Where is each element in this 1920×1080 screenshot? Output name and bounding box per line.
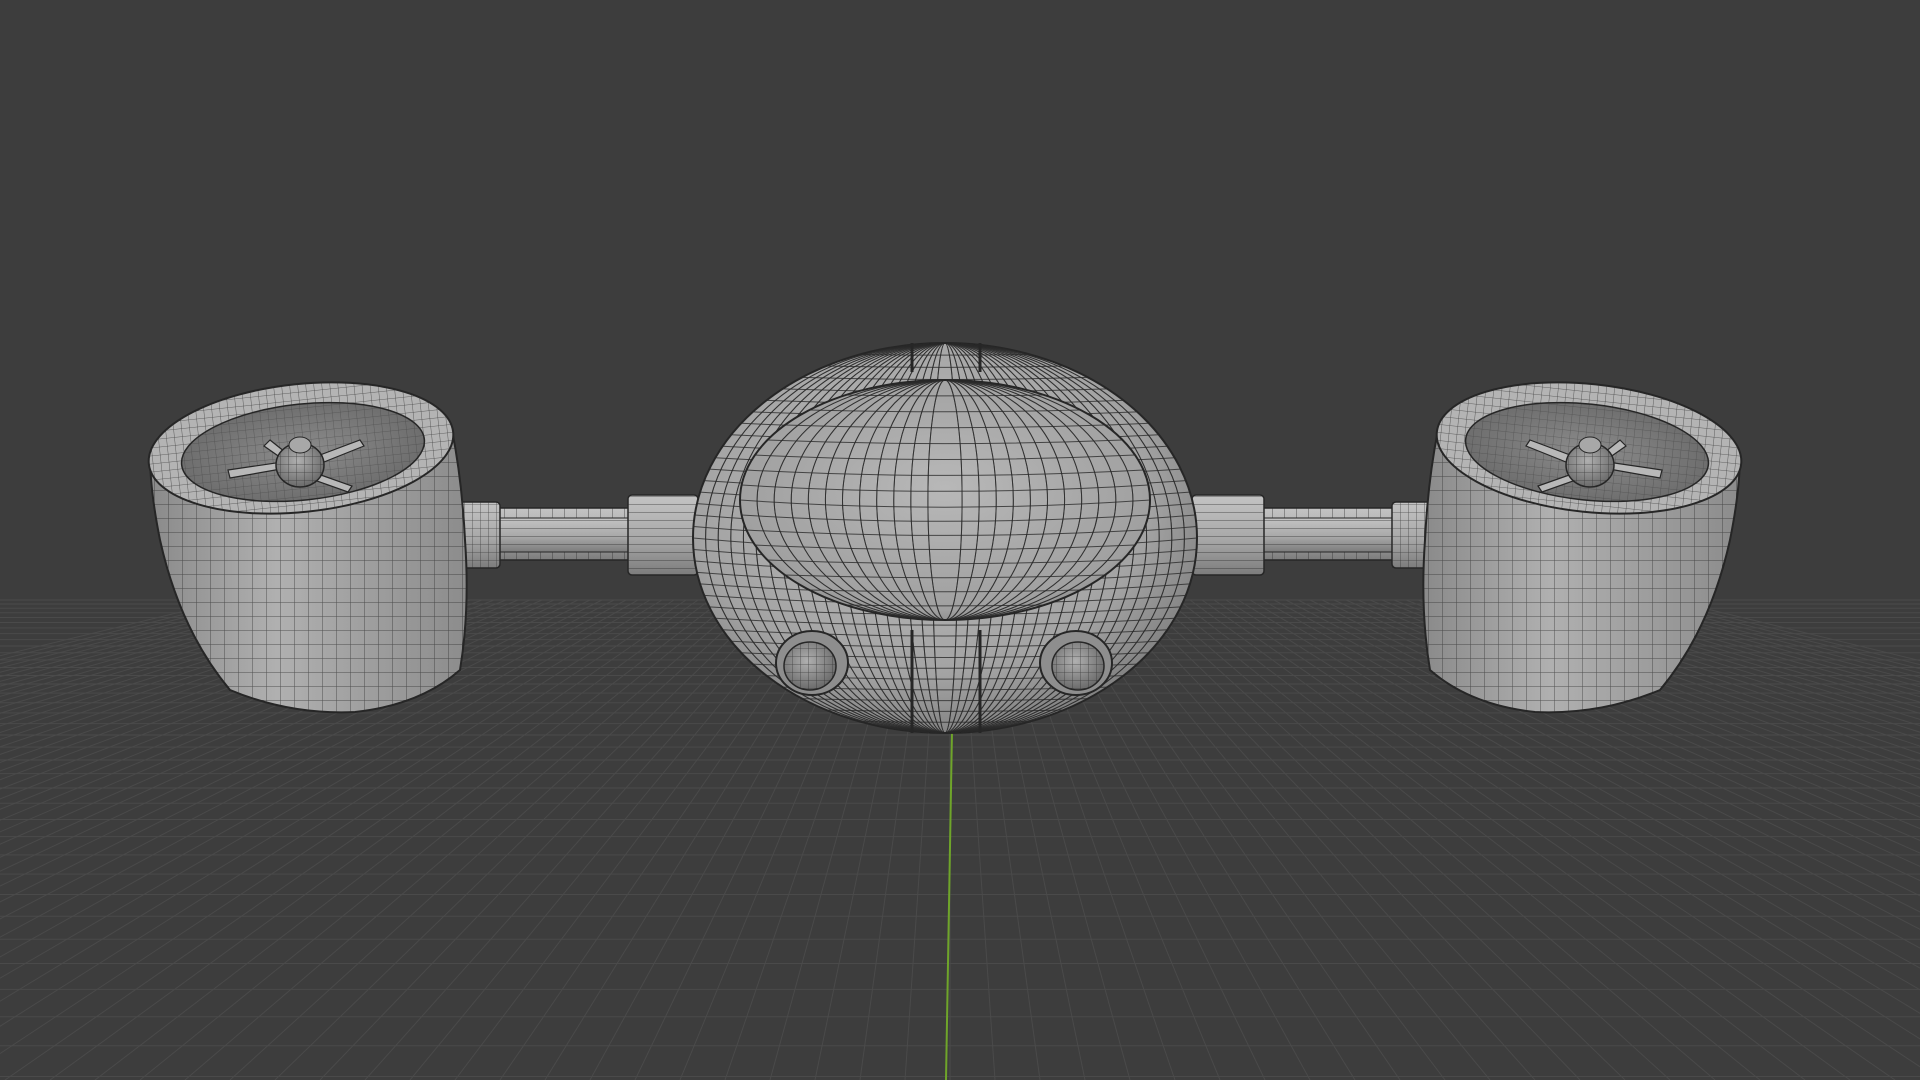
cockpit-canopy[interactable] xyxy=(739,379,1151,621)
right-sensor-sphere[interactable] xyxy=(1039,630,1113,696)
viewport-canvas[interactable] xyxy=(0,0,1920,1080)
left-sensor-sphere[interactable] xyxy=(775,630,849,696)
3d-viewport[interactable] xyxy=(0,0,1920,1080)
